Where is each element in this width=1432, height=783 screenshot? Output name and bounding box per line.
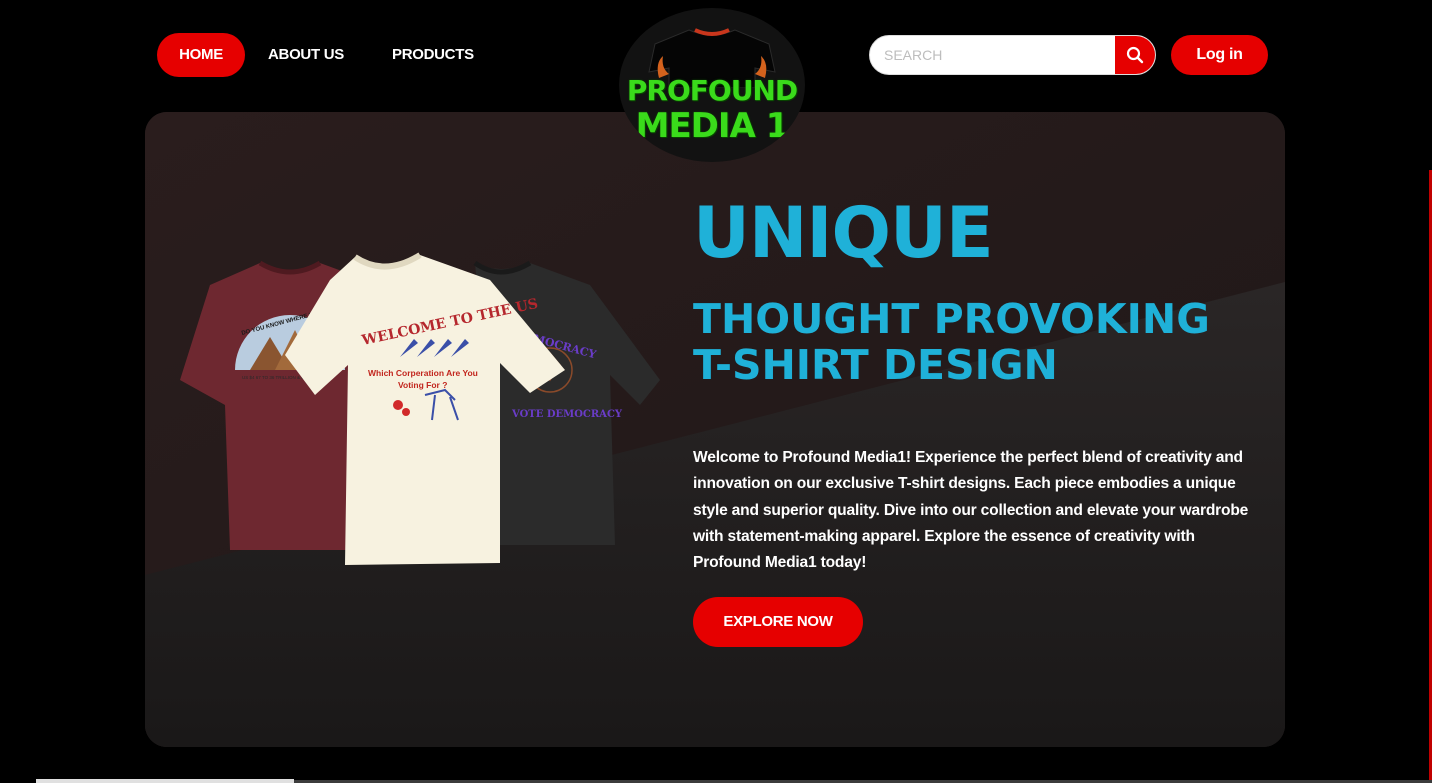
tshirts-image: DEMOCRACY VOTE DEMOCRACY DO YOU KNOW WHE…	[180, 252, 660, 565]
hero-heading: UNIQUE	[693, 192, 994, 274]
login-button[interactable]: Log in	[1171, 35, 1268, 75]
profound-media-logo[interactable]: PROFOUND MEDIA 1	[619, 8, 805, 162]
hero-subheading-line1: THOUGHT PROVOKING	[693, 295, 1210, 343]
nav-products-link[interactable]: PRODUCTS	[392, 33, 474, 77]
hero-description: Welcome to Profound Media1! Experience t…	[693, 449, 1249, 572]
cream-shirt-line1: Which Corperation Are You	[368, 368, 478, 378]
search-box	[869, 35, 1156, 75]
hero-subheading-line2: T-SHIRT DESIGN	[693, 341, 1058, 389]
horizontal-scrollbar-thumb[interactable]	[36, 779, 294, 783]
search-icon	[1126, 46, 1144, 64]
search-input[interactable]	[870, 36, 1116, 74]
cream-shirt-line2: Voting For ?	[398, 380, 447, 390]
black-shirt-slogan: VOTE DEMOCRACY	[511, 409, 623, 420]
hero-subheading: THOUGHT PROVOKING T-SHIRT DESIGN	[693, 296, 1253, 388]
nav-home-button[interactable]: HOME	[157, 33, 245, 77]
logo-text-line1: PROFOUND	[626, 74, 798, 107]
search-button[interactable]	[1115, 36, 1155, 74]
explore-now-button[interactable]: EXPLORE NOW	[693, 597, 863, 647]
logo-text-line2: MEDIA 1	[635, 106, 790, 146]
nav-about-link[interactable]: ABOUT US	[268, 33, 344, 77]
